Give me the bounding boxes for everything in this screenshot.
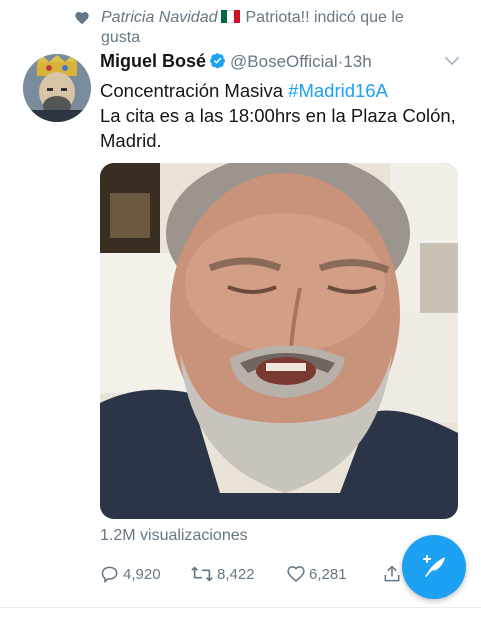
heart-icon [287,566,305,583]
avatar[interactable] [23,54,91,122]
action-bar: 4,920 8,422 6,281 [100,564,400,588]
hashtag-link[interactable]: #Madrid16A [288,80,388,101]
share-icon [384,565,400,582]
tweet-text-line2: La cita es a las 18:00hrs en la Plaza Co… [100,105,456,151]
author-handle[interactable]: @BoseOfficial [230,52,338,71]
mexico-flag-icon [220,10,241,23]
liked-by-text: Patricia Navidad Patriota!! indicó que le… [101,8,414,48]
tweet-header: Miguel Bosé @BoseOfficial·13h [100,51,460,75]
divider [0,607,481,608]
heart-icon [75,12,89,25]
chevron-down-icon[interactable] [445,56,459,66]
reply-icon [101,566,118,584]
like-count: 6,281 [309,565,347,583]
video-frame [100,163,458,519]
compose-feather-icon [423,555,445,577]
tweet-text-line1: Concentración Masiva [100,80,289,101]
tweet-time: ·13h [337,52,372,71]
tweet-text: Concentración Masiva #Madrid16A La cita … [100,78,460,153]
author-name[interactable]: Miguel Bosé [100,51,206,71]
retweet-count: 8,422 [217,565,255,583]
verified-badge-icon [210,53,225,69]
video-player[interactable] [100,163,458,519]
compose-button[interactable] [402,535,466,599]
retweet-button[interactable]: 8,422 [190,564,255,584]
liked-by-name[interactable]: Patricia Navidad [101,9,218,26]
retweet-icon [191,566,213,582]
reply-button[interactable]: 4,920 [100,564,161,584]
view-count: 1.2M visualizaciones [100,527,248,544]
like-button[interactable]: 6,281 [286,564,347,584]
reply-count: 4,920 [123,565,161,583]
social-context[interactable]: Patricia Navidad Patriota!! indicó que le… [74,6,414,46]
